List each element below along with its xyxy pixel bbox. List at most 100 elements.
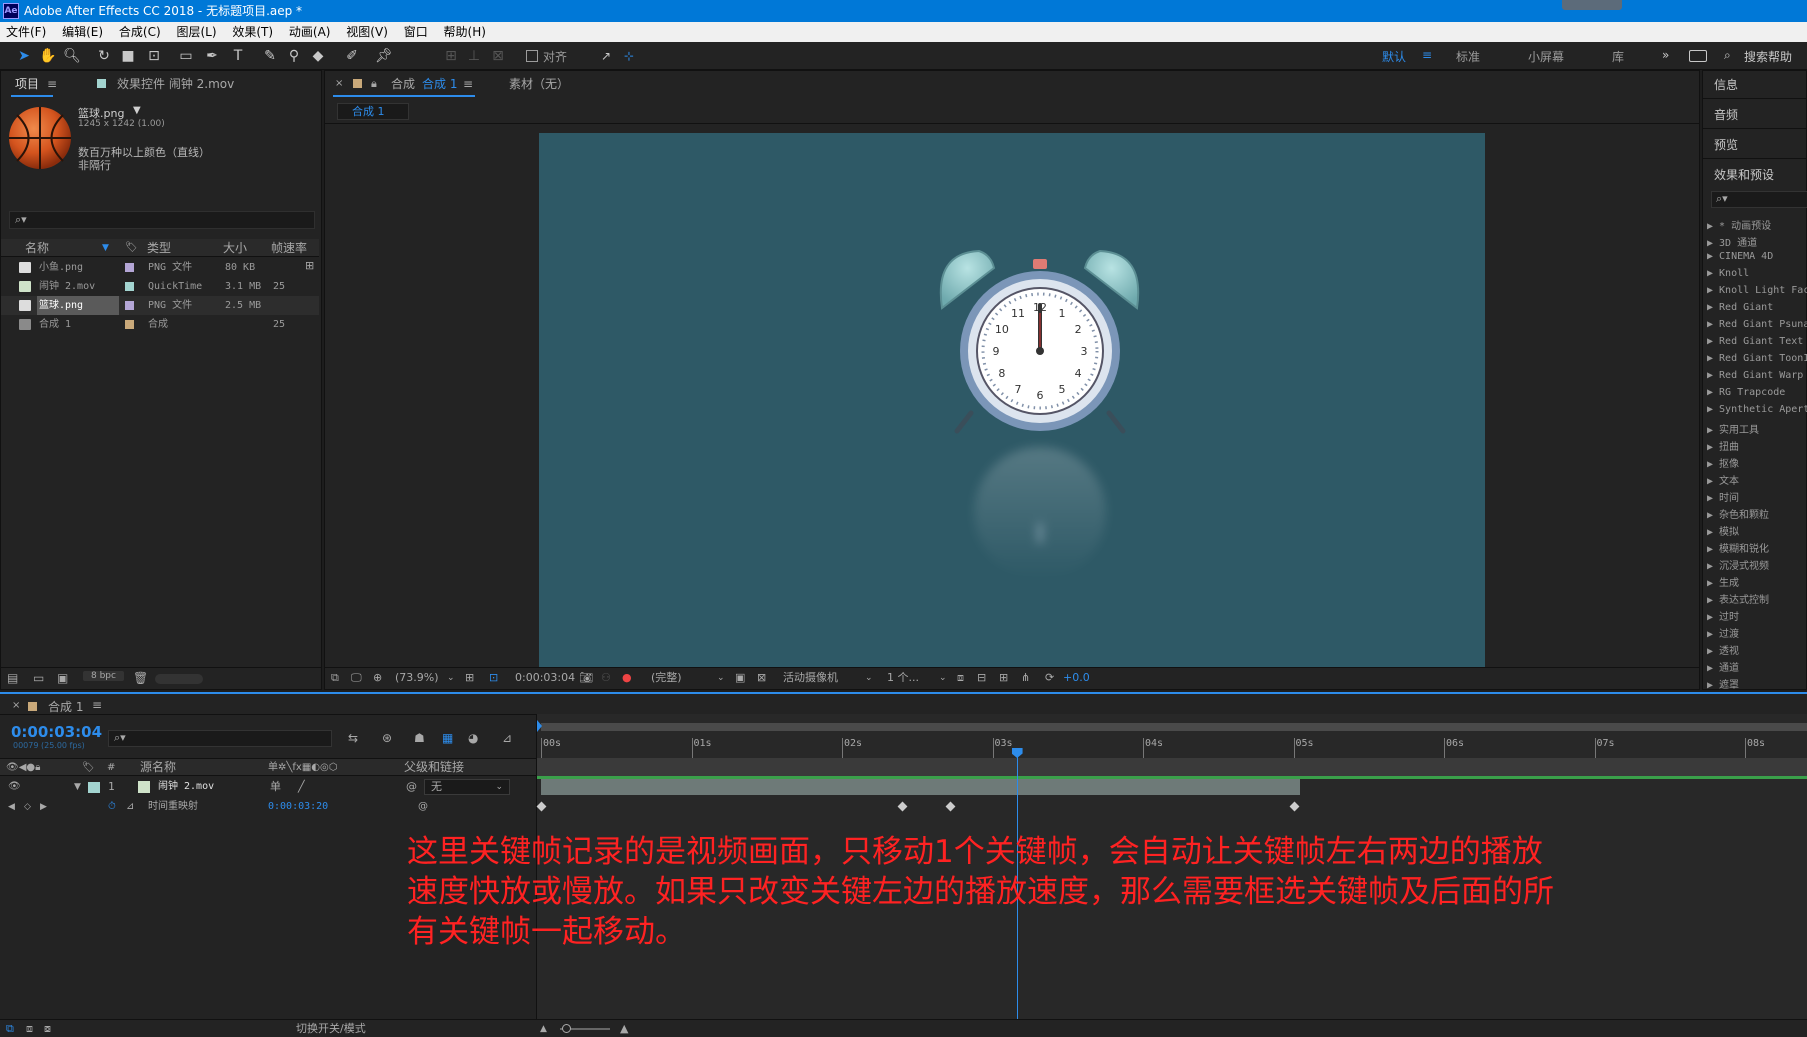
- effect-category[interactable]: ▶ 通道: [1707, 659, 1807, 674]
- effect-category[interactable]: ▶ Red Giant Warp: [1707, 370, 1807, 381]
- lock-icon[interactable]: 🔒︎: [371, 71, 377, 97]
- exposure-value[interactable]: +0.0: [1063, 668, 1090, 688]
- panel-menu-icon[interactable]: ≡: [463, 71, 473, 97]
- label-color-swatch[interactable]: [125, 301, 134, 310]
- layer-number-header[interactable]: #: [107, 759, 115, 776]
- effect-category[interactable]: ▶ Red Giant Psuna: [1707, 319, 1807, 330]
- shy-switch-icon[interactable]: 单: [270, 778, 281, 796]
- transfer-controls-icon[interactable]: ⧈: [26, 1020, 33, 1037]
- thumbnail-scroll[interactable]: [155, 674, 203, 684]
- property-row[interactable]: ◀ ◇ ▶ ⏱︎ ⊿ 时间重映射 0:00:03:20 @: [0, 798, 536, 816]
- resolution-dropdown[interactable]: (完整): [651, 668, 682, 688]
- graph-icon[interactable]: ⊿: [126, 798, 134, 816]
- eraser-tool-icon[interactable]: ◆: [308, 46, 328, 66]
- layer-duration-bar[interactable]: [541, 779, 1300, 795]
- effect-category[interactable]: ▶ Knoll: [1707, 268, 1807, 279]
- project-item[interactable]: 闹钟 2.mov QuickTime 3.1 MB 25: [1, 277, 319, 296]
- effect-category[interactable]: ▶ 扭曲: [1707, 438, 1807, 453]
- label-column-icon[interactable]: 🏷︎: [82, 759, 95, 776]
- zoom-slider-handle[interactable]: [562, 1024, 571, 1033]
- property-value[interactable]: 0:00:03:20: [268, 798, 328, 816]
- column-type[interactable]: 类型: [147, 239, 171, 257]
- effect-category[interactable]: ▶ 模糊和锐化: [1707, 540, 1807, 555]
- effect-category[interactable]: ▶ CINEMA 4D: [1707, 251, 1807, 262]
- quality-switch-icon[interactable]: ╱: [298, 778, 305, 796]
- workspace-small-screen[interactable]: 小屏幕: [1528, 48, 1564, 65]
- expression-pick-whip-icon[interactable]: @: [418, 798, 428, 816]
- new-composition-icon[interactable]: ▣: [57, 671, 68, 685]
- search-help-icon[interactable]: ⌕: [1724, 48, 1731, 63]
- pen-tool-icon[interactable]: ✒: [202, 46, 222, 66]
- zoom-in-icon[interactable]: ▲: [620, 1020, 628, 1037]
- effect-category[interactable]: ▶ * 动画预设: [1707, 217, 1807, 232]
- panel-menu-icon[interactable]: ≡: [47, 71, 57, 97]
- view-axis-icon[interactable]: ⊠: [488, 46, 508, 66]
- pick-whip-icon[interactable]: @: [406, 778, 417, 796]
- frame-blending-icon[interactable]: ▦: [442, 731, 453, 745]
- effect-category[interactable]: ▶ RG Trapcode: [1707, 387, 1807, 398]
- new-folder-icon[interactable]: ▭: [33, 671, 44, 685]
- graph-editor-icon[interactable]: ⊿: [502, 731, 512, 745]
- pan-behind-tool-icon[interactable]: ⊡: [144, 46, 164, 66]
- sync-settings-icon[interactable]: [1689, 50, 1707, 62]
- flowchart-icon[interactable]: ⋔: [1021, 668, 1030, 688]
- add-keyframe-icon[interactable]: ◇: [24, 798, 31, 816]
- panel-effects-presets[interactable]: 效果和预设: [1703, 161, 1807, 189]
- effect-category[interactable]: ▶ 沉浸式视频: [1707, 557, 1807, 572]
- more-workspaces-icon[interactable]: »: [1662, 48, 1669, 62]
- fast-preview-icon[interactable]: ▣: [735, 668, 745, 688]
- show-snapshot-icon[interactable]: ⚇: [601, 668, 611, 688]
- menu-window[interactable]: 窗口: [398, 22, 434, 42]
- always-preview-icon[interactable]: ⧉: [331, 668, 339, 688]
- zoom-dropdown[interactable]: (73.9%): [395, 668, 439, 688]
- keyframe[interactable]: [945, 801, 956, 812]
- comp-mini-flowchart-icon[interactable]: ⇆: [348, 731, 358, 745]
- panel-menu-icon[interactable]: ≡: [92, 698, 102, 712]
- shy-layers-icon[interactable]: ☗: [414, 731, 425, 745]
- keyframe[interactable]: [897, 801, 908, 812]
- region-of-interest-icon[interactable]: ⊡: [489, 668, 498, 688]
- transparency-grid-icon[interactable]: ⊠: [757, 668, 766, 688]
- chevron-down-icon[interactable]: ⌄: [865, 668, 873, 688]
- effect-category[interactable]: ▶ Synthetic Apert: [1707, 404, 1807, 415]
- effect-category[interactable]: ▶ Red Giant Text: [1707, 336, 1807, 347]
- label-color-swatch[interactable]: [125, 263, 134, 272]
- keyframe[interactable]: [1289, 801, 1299, 812]
- roto-brush-tool-icon[interactable]: ✐: [342, 46, 362, 66]
- effect-category[interactable]: ▶ 时间: [1707, 489, 1807, 504]
- views-dropdown[interactable]: 1 个...: [887, 668, 919, 688]
- tab-project[interactable]: 项目: [15, 71, 39, 97]
- panel-preview[interactable]: 预览: [1703, 131, 1807, 159]
- chevron-down-icon[interactable]: ⌄: [939, 668, 947, 688]
- effect-category[interactable]: ▶ 过渡: [1707, 625, 1807, 640]
- layer-switches-toggle-icon[interactable]: ⧉: [6, 1020, 14, 1037]
- effect-category[interactable]: ▶ 遮罩: [1707, 676, 1807, 691]
- sort-arrow-icon[interactable]: ▼: [102, 239, 109, 257]
- zoom-tool-icon[interactable]: 🔍︎: [62, 46, 82, 66]
- reset-exposure-icon[interactable]: ⊟: [977, 668, 986, 688]
- snap-checkbox[interactable]: [526, 50, 538, 62]
- column-name[interactable]: 名称: [25, 239, 49, 257]
- workspace-default[interactable]: 默认: [1382, 48, 1406, 65]
- chevron-down-icon[interactable]: ⌄: [447, 668, 455, 688]
- effect-category[interactable]: ▶ 抠像: [1707, 455, 1807, 470]
- switches-icons[interactable]: 单✲╲fx▦◐◎⬡: [268, 759, 337, 776]
- project-search-input[interactable]: ⌕▾: [9, 211, 315, 229]
- previous-keyframe-icon[interactable]: ◀: [8, 798, 15, 816]
- column-parent-link[interactable]: 父级和链接: [404, 759, 464, 776]
- zoom-out-icon[interactable]: ▲: [540, 1020, 547, 1037]
- eye-icon[interactable]: 👁︎: [8, 778, 21, 796]
- label-color-swatch[interactable]: [88, 782, 100, 793]
- toggle-pixel-aspect-icon[interactable]: ⧈: [957, 668, 964, 688]
- close-tab-icon[interactable]: ×: [335, 71, 343, 97]
- bit-depth-button[interactable]: 8 bpc: [83, 671, 124, 681]
- selection-tool-icon[interactable]: ➤: [14, 46, 34, 66]
- stopwatch-icon[interactable]: ⏱︎: [108, 798, 116, 816]
- column-size[interactable]: 大小: [223, 239, 247, 257]
- type-tool-icon[interactable]: T: [228, 46, 248, 66]
- camera-tool-icon[interactable]: ■: [118, 46, 138, 66]
- preview-dropdown-icon[interactable]: ▼: [133, 105, 141, 116]
- comp-tab-name[interactable]: 合成 1: [422, 71, 457, 97]
- puppet-pin-tool-icon[interactable]: 📌︎: [374, 46, 394, 66]
- grid-toggle-icon[interactable]: ⊞: [465, 668, 474, 688]
